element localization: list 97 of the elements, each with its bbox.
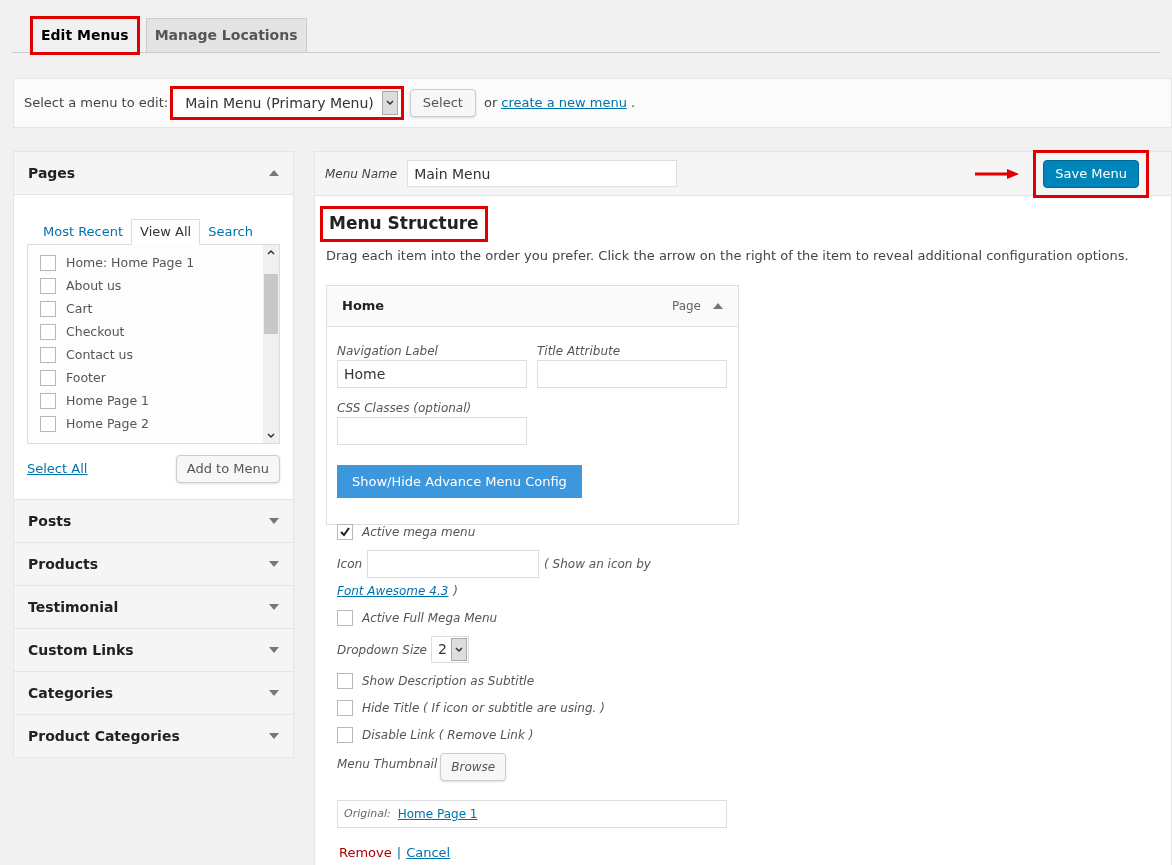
tab[interactable]: Edit Menus: [32, 18, 138, 53]
page-label: About us: [66, 278, 122, 294]
expand-arrow-icon[interactable]: [269, 647, 279, 653]
accordion-section[interactable]: Posts: [13, 500, 294, 543]
select-menu-label: Select a menu to edit:: [24, 94, 169, 113]
option-checkbox[interactable]: [337, 524, 353, 540]
page-label: Cart: [66, 301, 93, 317]
scroll-up-icon[interactable]: [267, 249, 275, 255]
panel-tab[interactable]: Most Recent: [35, 219, 132, 245]
collapse-arrow-icon[interactable]: [713, 303, 723, 309]
option-checkbox[interactable]: [337, 727, 353, 743]
add-to-menu-button[interactable]: Add to Menu: [175, 455, 280, 483]
option-checkbox[interactable]: [337, 610, 353, 626]
menu-item-type: Page: [671, 298, 701, 315]
option-label: Hide Title ( If icon or subtitle are using. ): [362, 700, 605, 717]
option-label: Dropdown Size: [337, 641, 427, 659]
section-title: Products: [28, 554, 99, 574]
checkmark-icon: [339, 526, 351, 538]
page-checkbox[interactable]: [40, 278, 56, 294]
separator-text: |: [396, 844, 402, 862]
field-label: Navigation Label: [337, 343, 439, 360]
original-page-link[interactable]: Home Page 1: [397, 805, 478, 823]
instructions-text: Drag each item into the order you prefer. Click the arrow on the right of the item to reveal additional configuration options.: [326, 246, 1130, 265]
option-label: Active mega menu: [362, 524, 476, 541]
page-checkbox[interactable]: [40, 416, 56, 432]
icon-hint-text: ( Show an icon by: [544, 556, 651, 573]
icon-hint-end: ): [453, 583, 459, 600]
menu-item-title: Home: [342, 297, 386, 316]
accordion-section[interactable]: Custom Links: [13, 629, 294, 672]
panel-tab[interactable]: View All: [131, 219, 201, 245]
page-label: Home Page 1: [66, 393, 150, 409]
font-awesome-link[interactable]: Font Awesome 4.3: [337, 582, 449, 600]
page-checkbox[interactable]: [40, 393, 56, 409]
section-title: Custom Links: [28, 640, 134, 660]
menu-name-label: Menu Name: [325, 165, 398, 183]
field-label: Title Attribute: [537, 343, 622, 360]
css-classes-field[interactable]: [337, 417, 527, 445]
dropdown-size-select[interactable]: 2: [430, 636, 469, 663]
remove-link[interactable]: Remove: [339, 843, 392, 863]
option-label: Menu Thumbnail: [337, 756, 438, 773]
accordion-section[interactable]: Categories: [13, 672, 294, 715]
panel-tab[interactable]: Search: [200, 219, 261, 245]
period-text: .: [630, 94, 635, 113]
page-checkbox[interactable]: [40, 370, 56, 386]
option-label: Active Full Mega Menu: [362, 610, 498, 627]
section-title: Posts: [28, 511, 72, 531]
or-text: or: [483, 94, 498, 113]
expand-arrow-icon[interactable]: [269, 518, 279, 524]
browse-button[interactable]: Browse: [440, 753, 507, 781]
panel-title: Pages: [28, 163, 76, 183]
expand-arrow-icon[interactable]: [269, 561, 279, 567]
scrollbar[interactable]: [263, 245, 279, 443]
dropdown-caret-icon: [381, 91, 398, 115]
accordion-section[interactable]: Testimonial: [13, 586, 294, 629]
option-label: Disable Link ( Remove Link ): [362, 727, 534, 744]
menu-select[interactable]: Main Menu (Primary Menu): [172, 88, 402, 118]
arrow-icon: [975, 168, 1020, 179]
field-label: CSS Classes (optional): [337, 400, 473, 417]
pages-header[interactable]: Pages: [14, 152, 293, 195]
section-title: Categories: [28, 683, 114, 703]
cancel-link[interactable]: Cancel: [406, 843, 451, 863]
save-menu-button[interactable]: Save Menu: [1043, 159, 1139, 188]
collapse-arrow-icon[interactable]: [269, 170, 279, 176]
accordion-section[interactable]: Products: [13, 543, 294, 586]
option-label: Show Description as Subtitle: [362, 673, 535, 690]
page-label: Footer: [66, 370, 106, 386]
page-label: Checkout: [66, 324, 125, 340]
option-checkbox[interactable]: [337, 700, 353, 716]
original-label: Original:: [344, 805, 391, 822]
icon-field[interactable]: [367, 550, 540, 578]
page-checkbox[interactable]: [40, 301, 56, 317]
page-checkbox[interactable]: [40, 255, 56, 271]
expand-arrow-icon[interactable]: [269, 604, 279, 610]
menu-structure-heading: Menu Structure: [322, 208, 486, 240]
menu-name-field[interactable]: Main Menu: [407, 160, 678, 187]
page-label: Home Page 2: [66, 416, 150, 432]
option-checkbox[interactable]: [337, 673, 353, 689]
select-all-link[interactable]: Select All: [27, 459, 88, 479]
page-checkbox[interactable]: [40, 324, 56, 340]
menu-item-header[interactable]: Home Page: [327, 286, 738, 327]
navigation-label-field[interactable]: Home: [337, 360, 527, 388]
page-label: Home: Home Page 1: [66, 255, 195, 271]
page-checkbox[interactable]: [40, 347, 56, 363]
option-label: Icon: [337, 556, 363, 573]
title-attribute-field[interactable]: [537, 360, 727, 388]
page-label: Contact us: [66, 347, 134, 363]
tab[interactable]: Manage Locations: [145, 18, 307, 53]
create-menu-link[interactable]: create a new menu: [501, 93, 627, 113]
expand-arrow-icon[interactable]: [269, 690, 279, 696]
select-button[interactable]: Select: [409, 89, 476, 117]
accordion-section[interactable]: Product Categories: [13, 715, 294, 758]
dropdown-caret-icon: [450, 638, 467, 661]
scroll-down-icon[interactable]: [267, 433, 275, 439]
menu-select-value: Main Menu (Primary Menu): [184, 93, 375, 113]
expand-arrow-icon[interactable]: [269, 733, 279, 739]
section-title: Product Categories: [28, 726, 180, 746]
section-title: Testimonial: [28, 597, 119, 617]
